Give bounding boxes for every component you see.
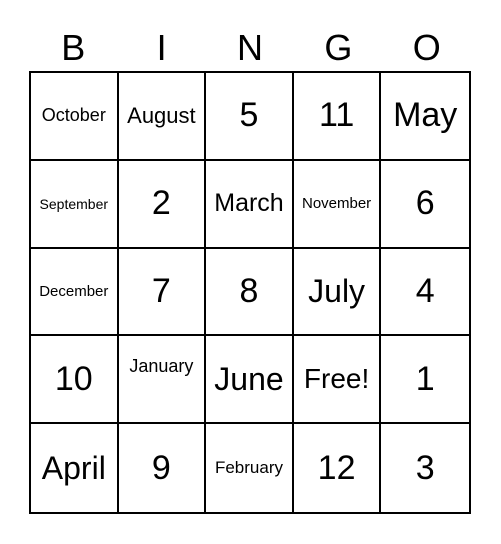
bingo-cell: 9 [119, 424, 207, 512]
bingo-cell: September [31, 160, 119, 249]
bingo-cell: October [31, 73, 119, 161]
header-letter-o: O [412, 27, 441, 68]
bingo-cell: 12 [294, 424, 382, 512]
bingo-cell: November [293, 160, 382, 249]
bingo-cell: 10 [31, 336, 119, 425]
header-letter-n: N [236, 27, 263, 68]
bingo-cell: 3 [415, 448, 435, 487]
bingo-cell: 8 [206, 248, 294, 337]
bingo-header: B I N G O [29, 26, 471, 70]
bingo-cell: April [31, 424, 119, 512]
bingo-grid: October August 5 11 May September 2 Marc… [29, 71, 471, 514]
bingo-cell: 2 [118, 160, 207, 249]
bingo-cell: 11 [293, 73, 382, 161]
header-letter-b: B [61, 27, 86, 68]
bingo-cell: August [118, 73, 207, 161]
free-space-cell: Free! [293, 336, 382, 425]
bingo-cell: February [206, 424, 294, 512]
bingo-cell: December [31, 248, 119, 337]
header-letter-i: I [156, 27, 167, 68]
bingo-cell: June [206, 336, 294, 425]
bingo-cell: 4 [381, 249, 469, 337]
bingo-cell: 6 [381, 161, 469, 249]
bingo-cell: July [293, 248, 382, 337]
bingo-cell: May [381, 73, 469, 161]
bingo-cell: March [206, 160, 294, 249]
header-letter-g: G [324, 27, 353, 68]
bingo-cell: 7 [118, 248, 207, 337]
bingo-cell: 5 [206, 73, 294, 161]
bingo-cell: January [118, 336, 207, 425]
bingo-cell: 1 [381, 336, 469, 425]
